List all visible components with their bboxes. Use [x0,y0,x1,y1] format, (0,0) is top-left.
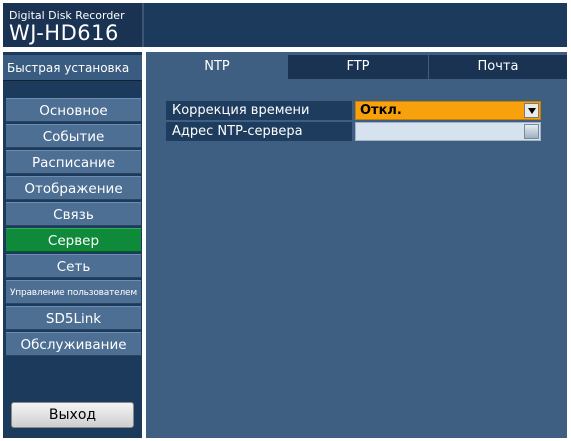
sidebar-item-schedule[interactable]: Расписание [6,150,141,174]
time-correction-label: Коррекция времени [166,101,352,120]
sidebar-item-event[interactable]: Событие [6,124,141,148]
sidebar-item-communication[interactable]: Связь [6,202,141,226]
tab-mail[interactable]: Почта [428,55,567,79]
exit-button[interactable]: Выход [11,402,134,428]
ntp-server-address-label: Адрес NTP-сервера [166,122,352,141]
sidebar-item-display[interactable]: Отображение [6,176,141,200]
main-panel: NTP FTP Почта Коррекция времени Откл. Ад… [146,52,567,438]
quick-setup-button[interactable]: Быстрая установка [3,55,142,81]
sidebar-item-network[interactable]: Сеть [6,254,141,278]
header-bar [142,3,567,47]
app-window: Digital Disk Recorder WJ-HD616 Быстрая у… [0,0,571,441]
header: Digital Disk Recorder WJ-HD616 [3,3,567,47]
chevron-down-icon[interactable] [524,103,539,118]
tab-ntp[interactable]: NTP [146,55,287,79]
sidebar: Быстрая установка Основное Событие Распи… [3,52,142,438]
time-correction-select[interactable]: Откл. [355,101,541,120]
sidebar-item-basic[interactable]: Основное [6,98,141,122]
sidebar-item-user-management[interactable]: Управление пользователем [6,280,141,304]
tab-ftp[interactable]: FTP [287,55,428,79]
sidebar-item-sd5link[interactable]: SD5Link [6,306,141,330]
keyboard-icon[interactable] [524,124,539,139]
ntp-server-address-field[interactable] [355,122,541,141]
sidebar-item-server[interactable]: Сервер [6,228,141,252]
sidebar-item-maintenance[interactable]: Обслуживание [6,332,141,356]
header-model: WJ-HD616 [9,21,119,45]
time-correction-value: Откл. [360,103,402,118]
